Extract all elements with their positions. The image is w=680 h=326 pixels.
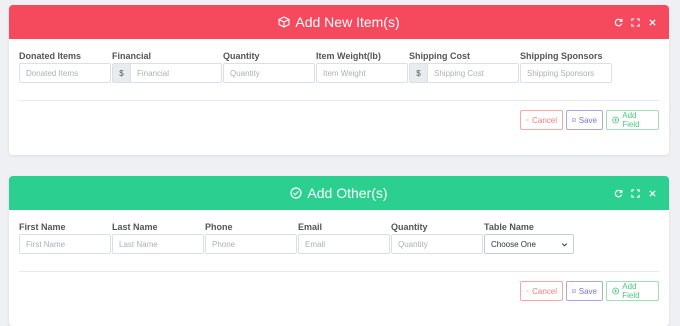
add-items-panel: Add New Item(s) Donated Items Donated It…	[9, 5, 669, 155]
add-items-title: Add New Item(s)	[295, 14, 400, 30]
first-name-input[interactable]: First Name	[19, 234, 111, 254]
plus-circle-icon	[612, 287, 620, 295]
phone-field: Phone Phone	[205, 222, 297, 254]
donated-items-input[interactable]: Donated Items	[19, 63, 111, 83]
quantity-input[interactable]: Quantity	[391, 234, 483, 254]
add-field-button[interactable]: Add Field	[606, 110, 659, 130]
close-icon	[526, 290, 529, 292]
shipping-cost-field: Shipping Cost $ Shipping Cost	[409, 51, 519, 83]
save-icon	[572, 118, 576, 122]
shipping-sponsors-field: Shipping Sponsors Shipping Sponsors	[520, 51, 612, 83]
check-circle-icon	[290, 187, 303, 199]
quantity-field: Quantity Quantity	[391, 222, 483, 254]
save-button[interactable]: Save	[566, 281, 603, 301]
divider	[19, 100, 659, 101]
save-button[interactable]: Save	[566, 110, 603, 130]
divider	[19, 271, 659, 272]
cancel-button[interactable]: Cancel	[520, 281, 563, 301]
add-items-header: Add New Item(s)	[9, 5, 669, 39]
save-icon	[572, 289, 576, 293]
currency-addon: $	[409, 63, 427, 83]
cancel-button[interactable]: Cancel	[520, 110, 563, 130]
item-weight-field: Item Weight(lb) Item Weight	[316, 51, 408, 83]
close-icon[interactable]	[648, 189, 657, 198]
email-input[interactable]: Email	[298, 234, 390, 254]
add-field-button[interactable]: Add Field	[606, 281, 659, 301]
last-name-input[interactable]: Last Name	[112, 234, 204, 254]
item-weight-input[interactable]: Item Weight	[316, 63, 408, 83]
table-name-field: Table Name Choose One	[484, 222, 574, 254]
shipping-cost-input[interactable]: Shipping Cost	[427, 63, 519, 83]
donated-items-field: Donated Items Donated Items	[19, 51, 111, 83]
email-field: Email Email	[298, 222, 390, 254]
last-name-field: Last Name Last Name	[112, 222, 204, 254]
add-others-panel: Add Other(s) First Name First Name Last …	[9, 176, 669, 326]
financial-field: Financial $ Financial	[112, 51, 222, 83]
plus-circle-icon	[612, 116, 620, 124]
add-others-title: Add Other(s)	[307, 185, 388, 201]
close-icon[interactable]	[648, 18, 657, 27]
box-icon	[278, 16, 290, 28]
refresh-icon[interactable]	[614, 18, 623, 27]
shipping-sponsors-input[interactable]: Shipping Sponsors	[520, 63, 612, 83]
expand-icon[interactable]	[631, 17, 640, 27]
chevron-down-icon	[561, 242, 568, 246]
add-others-header: Add Other(s)	[9, 176, 669, 210]
quantity-field: Quantity Quantity	[223, 51, 315, 83]
financial-input[interactable]: Financial	[130, 63, 222, 83]
refresh-icon[interactable]	[614, 189, 623, 198]
expand-icon[interactable]	[631, 188, 640, 198]
currency-addon: $	[112, 63, 130, 83]
close-icon	[526, 119, 529, 121]
table-name-select[interactable]: Choose One	[484, 234, 574, 254]
quantity-input[interactable]: Quantity	[223, 63, 315, 83]
first-name-field: First Name First Name	[19, 222, 111, 254]
phone-input[interactable]: Phone	[205, 234, 297, 254]
